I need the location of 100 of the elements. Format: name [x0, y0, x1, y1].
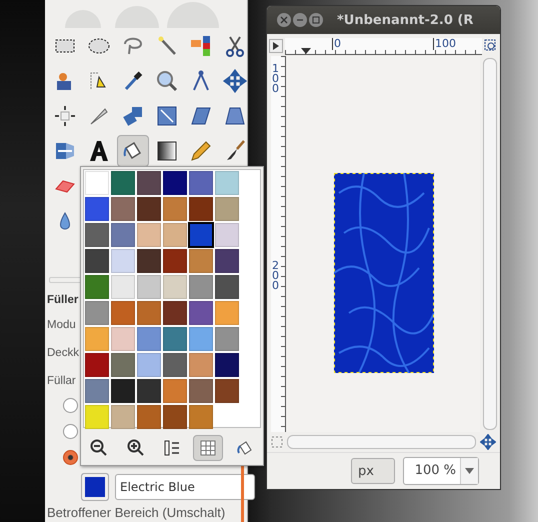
maximize-button[interactable] [309, 13, 323, 27]
pattern-swatch[interactable] [137, 275, 161, 299]
pattern-swatch[interactable] [111, 379, 135, 403]
ruler-label: 100 [272, 64, 280, 94]
maximize-icon [312, 16, 320, 24]
pattern-swatch[interactable] [111, 327, 135, 351]
pattern-swatch[interactable] [85, 171, 109, 195]
scale-square-icon [155, 104, 179, 128]
pattern-swatch[interactable] [189, 353, 213, 377]
four-arrows-icon [480, 434, 496, 450]
pattern-swatch[interactable] [111, 353, 135, 377]
pattern-preview[interactable] [81, 473, 109, 501]
close-icon [280, 16, 288, 24]
pattern-swatch[interactable] [163, 197, 187, 221]
pattern-swatch[interactable] [85, 379, 109, 403]
pattern-swatch[interactable] [137, 223, 161, 247]
scissors-icon [223, 34, 247, 58]
fill-type-label: Füllar [47, 374, 76, 389]
pattern-swatch[interactable] [189, 249, 213, 273]
pattern-swatch[interactable] [189, 405, 213, 429]
horizontal-scrollbar[interactable] [287, 435, 476, 449]
unit-selector[interactable]: px [351, 458, 395, 484]
pattern-swatch[interactable] [85, 223, 109, 247]
pointer-marker-icon [301, 48, 311, 54]
four-arrows-icon [223, 69, 247, 93]
pattern-swatch[interactable] [189, 223, 213, 247]
pattern-swatch[interactable] [189, 301, 213, 325]
pattern-swatch[interactable] [189, 275, 213, 299]
pattern-swatch[interactable] [163, 405, 187, 429]
pattern-swatch[interactable] [163, 327, 187, 351]
magnifier-icon [155, 69, 179, 93]
radio-button[interactable] [63, 450, 78, 465]
pattern-swatch[interactable] [137, 405, 161, 429]
mode-label: Modu [47, 318, 76, 333]
quick-mask-icon [271, 436, 283, 448]
rotate-squares-icon [121, 104, 145, 128]
opacity-label: Deckk [47, 346, 79, 361]
pattern-swatch[interactable] [163, 171, 187, 195]
pattern-swatch[interactable] [85, 353, 109, 377]
minimize-button[interactable] [293, 13, 307, 27]
pattern-swatch[interactable] [137, 197, 161, 221]
pattern-swatch[interactable] [163, 379, 187, 403]
pattern-swatch[interactable] [111, 249, 135, 273]
pattern-swatch[interactable] [85, 301, 109, 325]
pattern-swatch[interactable] [215, 301, 239, 325]
pattern-swatch[interactable] [137, 249, 161, 273]
options-title: Füller [47, 293, 78, 308]
pattern-swatch[interactable] [215, 327, 239, 351]
list-icon [162, 438, 182, 458]
pattern-swatch[interactable] [163, 301, 187, 325]
pattern-swatch[interactable] [137, 301, 161, 325]
pattern-swatch[interactable] [85, 197, 109, 221]
pattern-swatch[interactable] [111, 405, 135, 429]
pattern-swatch[interactable] [215, 171, 239, 195]
pattern-swatch[interactable] [85, 405, 109, 429]
pattern-swatch[interactable] [189, 197, 213, 221]
close-button[interactable] [277, 13, 291, 27]
pattern-swatch[interactable] [189, 379, 213, 403]
pattern-swatch[interactable] [189, 327, 213, 351]
radio-button[interactable] [63, 424, 78, 439]
letter-icon [87, 139, 111, 163]
pattern-swatch[interactable] [163, 223, 187, 247]
zoom-fit-icon [484, 39, 498, 53]
ruler-label: 100 [433, 38, 456, 50]
pattern-swatch[interactable] [215, 197, 239, 221]
window-title: *Unbenannt-2.0 (R [337, 12, 474, 28]
gradient-icon [155, 139, 179, 163]
pattern-swatch[interactable] [111, 275, 135, 299]
pattern-swatch[interactable] [215, 275, 239, 299]
pattern-swatch[interactable] [137, 171, 161, 195]
pattern-swatch[interactable] [137, 327, 161, 351]
pattern-swatch[interactable] [85, 275, 109, 299]
grid-icon [198, 438, 218, 458]
pattern-swatch[interactable] [85, 327, 109, 351]
pattern-swatch[interactable] [163, 249, 187, 273]
pattern-swatch[interactable] [85, 249, 109, 273]
menu-button[interactable] [269, 39, 283, 53]
ruler-label: 200 [272, 261, 280, 291]
radio-button[interactable] [63, 398, 78, 413]
pattern-name-field[interactable]: Electric Blue [115, 474, 255, 500]
pattern-swatch[interactable] [215, 223, 239, 247]
pattern-swatch[interactable] [189, 171, 213, 195]
pattern-swatch[interactable] [111, 197, 135, 221]
pattern-swatch[interactable] [215, 249, 239, 273]
pattern-swatch[interactable] [163, 275, 187, 299]
color-squares-icon [189, 34, 213, 58]
pattern-swatch[interactable] [215, 353, 239, 377]
pattern-swatch[interactable] [111, 223, 135, 247]
vertical-scrollbar[interactable] [483, 58, 497, 430]
grid-view-button[interactable] [193, 435, 224, 461]
affected-area-label: Betroffener Bereich (Umschalt) [47, 505, 226, 521]
pattern-swatch[interactable] [111, 301, 135, 325]
pattern-swatch[interactable] [137, 353, 161, 377]
tool-button[interactable] [117, 135, 149, 167]
play-icon [271, 41, 281, 51]
pattern-swatch[interactable] [137, 379, 161, 403]
pattern-swatch[interactable] [215, 379, 239, 403]
pattern-swatch[interactable] [111, 171, 135, 195]
pattern-swatch[interactable] [163, 353, 187, 377]
ruler-label: 0 [332, 38, 341, 50]
